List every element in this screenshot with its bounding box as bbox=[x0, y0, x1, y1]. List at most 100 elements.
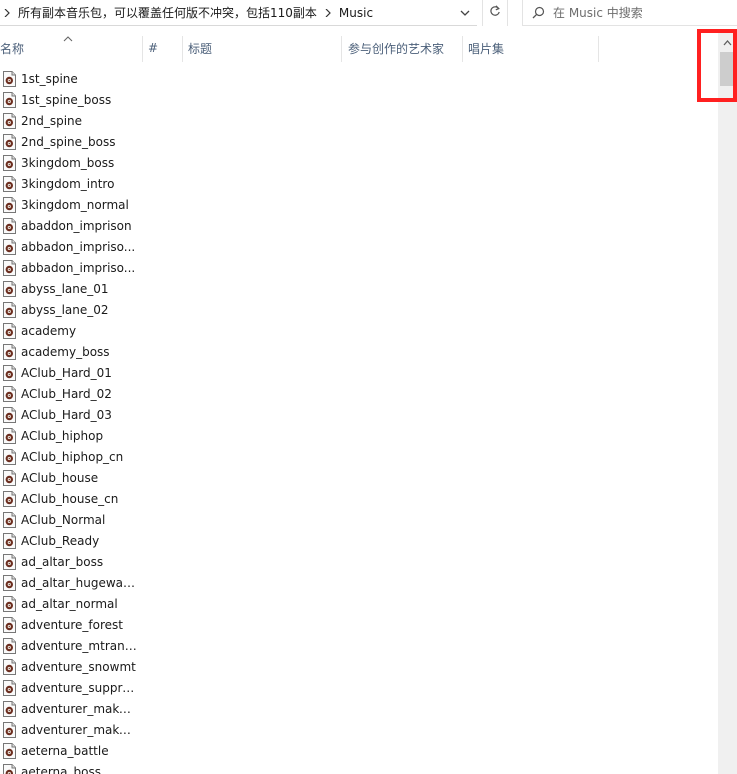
file-name: AClub_Hard_01 bbox=[21, 365, 112, 380]
file-row[interactable]: aeterna_boss bbox=[0, 761, 718, 774]
breadcrumb-item[interactable]: 所有副本音乐包，可以覆盖任何版不冲突，包括110副本 bbox=[14, 4, 321, 21]
audio-file-icon bbox=[3, 679, 16, 696]
file-list: 1st_spine 1st_spine_boss 2nd_spine 2nd_s… bbox=[0, 68, 718, 774]
file-row[interactable]: adventure_forest bbox=[0, 614, 718, 635]
file-row[interactable]: AClub_Hard_03 bbox=[0, 404, 718, 425]
search-input[interactable]: 在 Music 中搜索 bbox=[553, 4, 643, 21]
audio-file-icon bbox=[3, 238, 16, 255]
file-row[interactable]: abbadon_impriso... bbox=[0, 236, 718, 257]
column-name-label: 名称 bbox=[0, 41, 25, 56]
file-name: adventurer_maker... bbox=[21, 722, 137, 737]
audio-file-icon bbox=[3, 385, 16, 402]
column-header: 名称 # 标题 参与创作的艺术家 唱片集 bbox=[0, 34, 718, 62]
audio-file-icon bbox=[3, 196, 16, 213]
column-name[interactable]: 名称 bbox=[0, 34, 142, 62]
chevron-right-icon[interactable] bbox=[321, 8, 335, 17]
file-row[interactable]: 3kingdom_normal bbox=[0, 194, 718, 215]
file-row[interactable]: AClub_hiphop bbox=[0, 425, 718, 446]
audio-file-icon bbox=[3, 364, 16, 381]
file-row[interactable]: AClub_hiphop_cn bbox=[0, 446, 718, 467]
file-row[interactable]: academy_boss bbox=[0, 341, 718, 362]
column-divider[interactable] bbox=[142, 36, 143, 62]
address-bar[interactable]: 所有副本音乐包，可以覆盖任何版不冲突，包括110副本 Music bbox=[0, 0, 477, 26]
file-name: abyss_lane_01 bbox=[21, 281, 109, 296]
file-row[interactable]: adventurer_maker... bbox=[0, 719, 718, 740]
audio-file-icon bbox=[3, 574, 16, 591]
audio-file-icon bbox=[3, 553, 16, 570]
audio-file-icon bbox=[3, 742, 16, 759]
chevron-right-icon[interactable] bbox=[0, 8, 14, 17]
file-row[interactable]: AClub_Normal bbox=[0, 509, 718, 530]
file-row[interactable]: AClub_Hard_01 bbox=[0, 362, 718, 383]
refresh-button[interactable] bbox=[482, 0, 508, 26]
column-divider[interactable] bbox=[598, 36, 599, 62]
file-row[interactable]: abaddon_imprison bbox=[0, 215, 718, 236]
chevron-down-icon[interactable] bbox=[454, 0, 476, 26]
audio-file-icon bbox=[3, 700, 16, 717]
vertical-scrollbar[interactable] bbox=[718, 30, 737, 774]
audio-file-icon bbox=[3, 658, 16, 675]
file-name: abbadon_impriso... bbox=[21, 260, 136, 275]
search-box[interactable]: 在 Music 中搜索 bbox=[522, 0, 737, 26]
file-row[interactable]: abyss_lane_01 bbox=[0, 278, 718, 299]
column-divider[interactable] bbox=[182, 36, 183, 62]
file-name: academy_boss bbox=[21, 344, 110, 359]
file-row[interactable]: 2nd_spine bbox=[0, 110, 718, 131]
file-row[interactable]: 1st_spine bbox=[0, 68, 718, 89]
file-name: AClub_Ready bbox=[21, 533, 100, 548]
column-album[interactable]: 唱片集 bbox=[464, 34, 598, 62]
audio-file-icon bbox=[3, 511, 16, 528]
file-row[interactable]: 3kingdom_intro bbox=[0, 173, 718, 194]
file-row[interactable]: abbadon_impriso... bbox=[0, 257, 718, 278]
file-name: aeterna_boss bbox=[21, 764, 101, 774]
file-row[interactable]: adventure_suppre... bbox=[0, 677, 718, 698]
file-row[interactable]: ad_altar_normal bbox=[0, 593, 718, 614]
file-name: adventure_mtrange bbox=[21, 638, 137, 653]
file-name: 3kingdom_normal bbox=[21, 197, 129, 212]
file-name: AClub_Hard_02 bbox=[21, 386, 112, 401]
column-divider[interactable] bbox=[341, 36, 342, 62]
column-number[interactable]: # bbox=[144, 34, 182, 62]
file-row[interactable]: adventure_mtrange bbox=[0, 635, 718, 656]
file-row[interactable]: 3kingdom_boss bbox=[0, 152, 718, 173]
audio-file-icon bbox=[3, 91, 16, 108]
file-row[interactable]: adventurer_maker... bbox=[0, 698, 718, 719]
column-number-label: # bbox=[148, 41, 159, 55]
file-name: abbadon_impriso... bbox=[21, 239, 136, 254]
file-name: 1st_spine_boss bbox=[21, 92, 112, 107]
column-title[interactable]: 标题 bbox=[184, 34, 341, 62]
file-row[interactable]: ad_altar_boss bbox=[0, 551, 718, 572]
file-name: 3kingdom_intro bbox=[21, 176, 115, 191]
file-row[interactable]: academy bbox=[0, 320, 718, 341]
audio-file-icon bbox=[3, 637, 16, 654]
file-row[interactable]: ad_altar_hugewave bbox=[0, 572, 718, 593]
file-name: 2nd_spine bbox=[21, 113, 83, 128]
file-row[interactable]: AClub_house_cn bbox=[0, 488, 718, 509]
refresh-icon bbox=[489, 5, 501, 21]
column-artists[interactable]: 参与创作的艺术家 bbox=[344, 34, 462, 62]
audio-file-icon bbox=[3, 763, 16, 774]
file-row[interactable]: AClub_Ready bbox=[0, 530, 718, 551]
file-row[interactable]: AClub_Hard_02 bbox=[0, 383, 718, 404]
file-name: AClub_house bbox=[21, 470, 99, 485]
file-row[interactable]: 1st_spine_boss bbox=[0, 89, 718, 110]
file-row[interactable]: AClub_house bbox=[0, 467, 718, 488]
audio-file-icon bbox=[3, 259, 16, 276]
file-name: AClub_house_cn bbox=[21, 491, 119, 506]
file-name: ad_altar_boss bbox=[21, 554, 104, 569]
audio-file-icon bbox=[3, 721, 16, 738]
column-title-label: 标题 bbox=[188, 41, 213, 56]
file-row[interactable]: aeterna_battle bbox=[0, 740, 718, 761]
audio-file-icon bbox=[3, 70, 16, 87]
file-row[interactable]: adventure_snowmt bbox=[0, 656, 718, 677]
audio-file-icon bbox=[3, 322, 16, 339]
audio-file-icon bbox=[3, 217, 16, 234]
file-row[interactable]: abyss_lane_02 bbox=[0, 299, 718, 320]
file-name: aeterna_battle bbox=[21, 743, 109, 758]
highlight-box bbox=[697, 29, 737, 102]
column-divider[interactable] bbox=[462, 36, 463, 62]
breadcrumb-item[interactable]: Music bbox=[335, 6, 377, 20]
file-name: adventure_forest bbox=[21, 617, 123, 632]
file-row[interactable]: 2nd_spine_boss bbox=[0, 131, 718, 152]
search-icon bbox=[523, 6, 553, 19]
